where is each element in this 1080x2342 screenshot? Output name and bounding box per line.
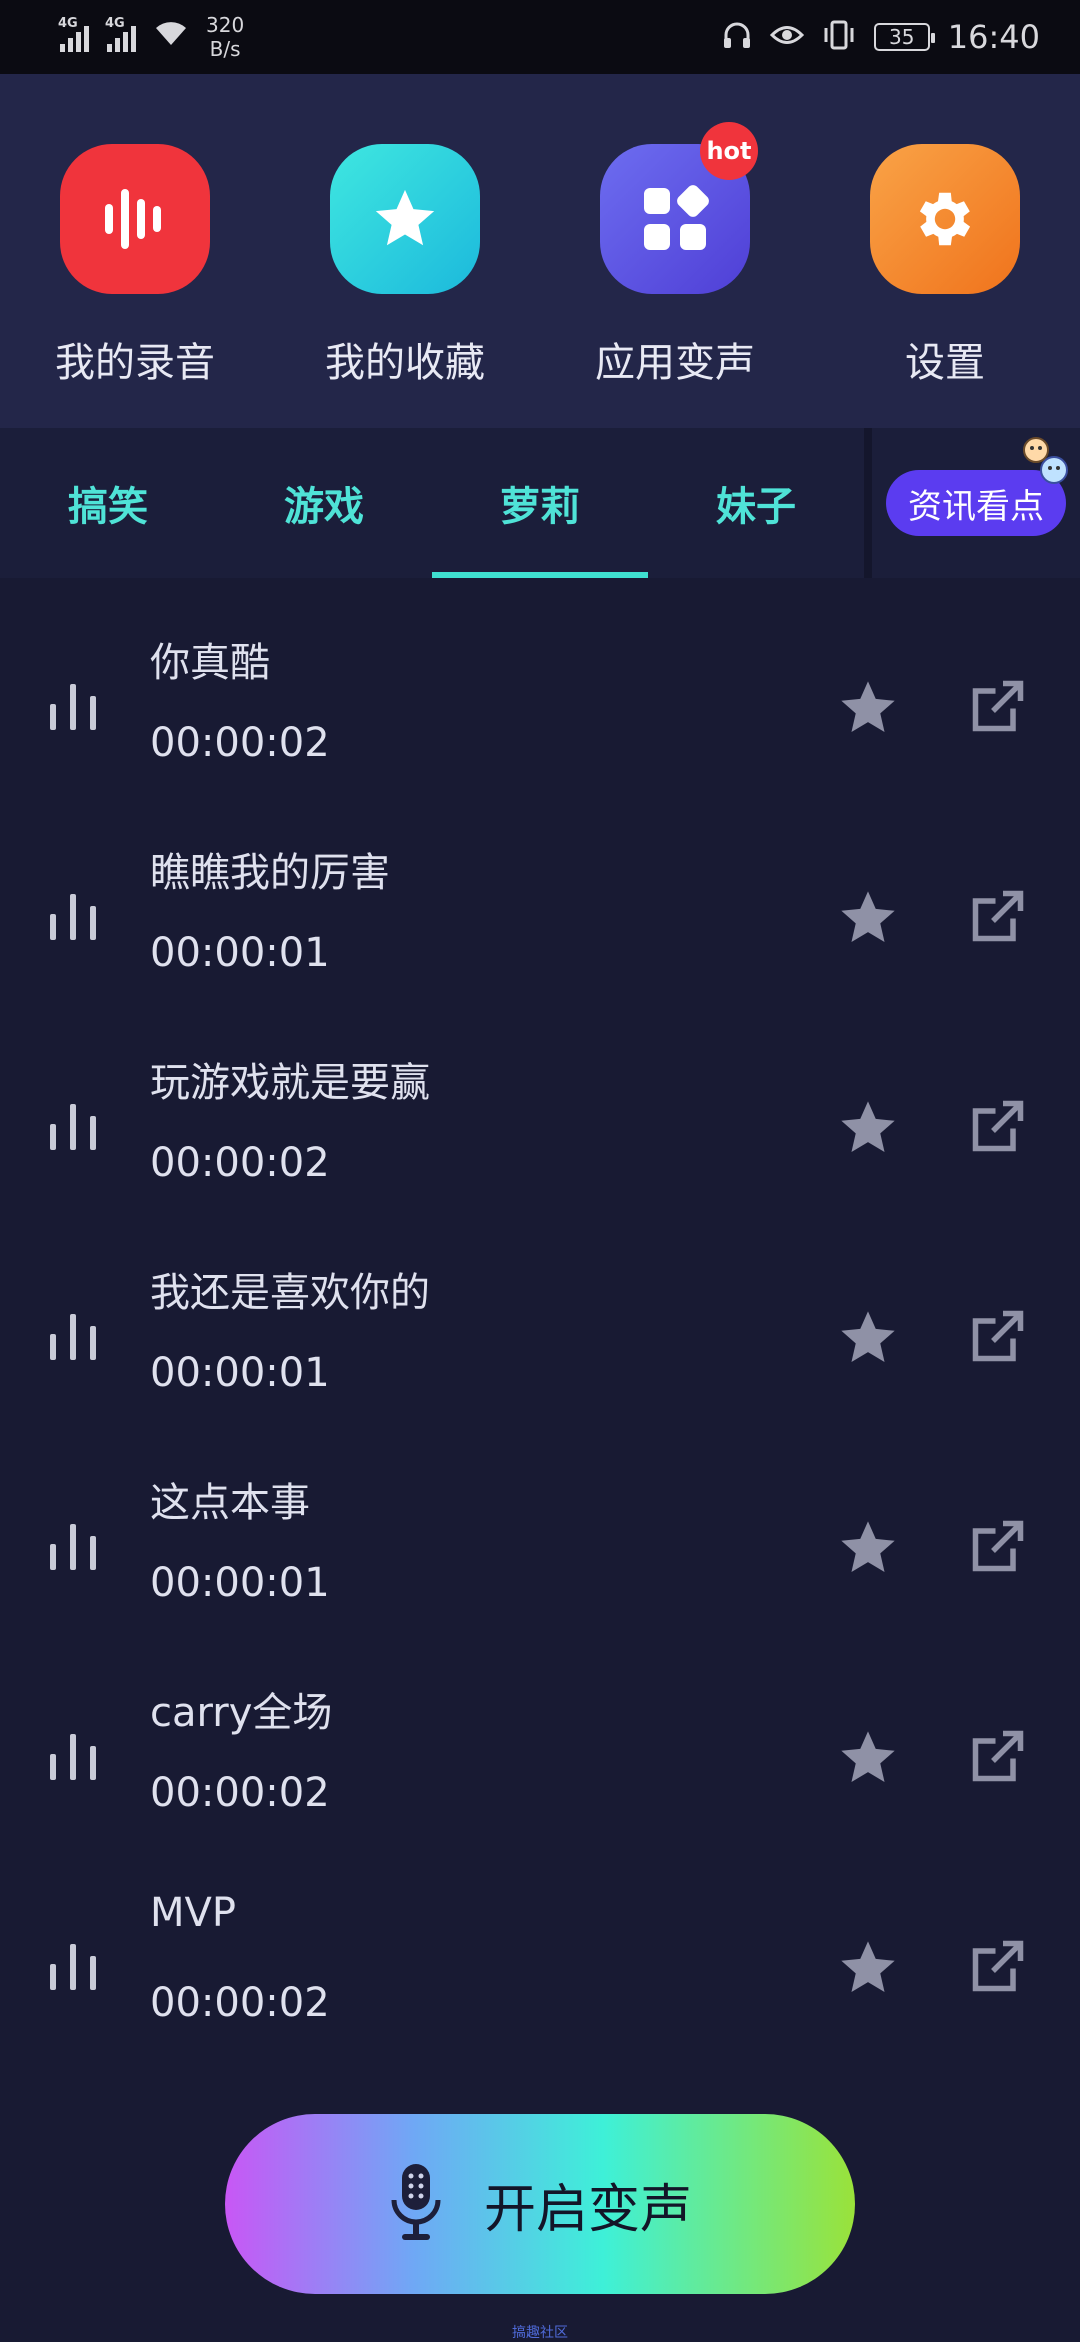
list-item[interactable]: 玩游戏就是要赢 00:00:02 <box>0 1020 1080 1230</box>
voice-title: 我还是喜欢你的 <box>150 1270 430 1316</box>
share-icon[interactable] <box>968 676 1028 736</box>
status-bar: 4G 4G 320 B/s 35 16:40 <box>0 0 1080 74</box>
tab-divider <box>864 428 872 578</box>
share-icon[interactable] <box>968 1096 1028 1156</box>
voice-title: 瞧瞧我的厉害 <box>150 850 390 896</box>
voice-title: MVP <box>150 1890 236 1936</box>
clock: 16:40 <box>947 18 1040 56</box>
list-item[interactable]: 这点本事 00:00:01 <box>0 1440 1080 1650</box>
quick-action-label: 应用变声 <box>595 340 755 386</box>
voice-title: 这点本事 <box>150 1480 310 1526</box>
quick-action-label: 我的录音 <box>55 340 215 386</box>
list-item[interactable]: MVP 00:00:02 <box>0 1860 1080 2070</box>
category-tabs: 搞笑 游戏 萝莉 妹子 资讯看点 <box>0 428 1080 578</box>
voice-title: 玩游戏就是要赢 <box>150 1060 430 1106</box>
apps-grid-icon: hot <box>600 122 758 294</box>
voice-duration: 00:00:02 <box>150 1980 330 2026</box>
favorite-star-icon[interactable] <box>836 1516 900 1580</box>
play-wave-icon[interactable] <box>50 1520 96 1570</box>
eye-icon <box>769 22 804 52</box>
favorite-star-icon[interactable] <box>836 676 900 740</box>
settings-button[interactable]: 设置 <box>810 74 1080 428</box>
mascot-icon <box>1016 434 1072 499</box>
hot-badge: hot <box>700 122 758 180</box>
tab-girl[interactable]: 妹子 <box>648 428 864 578</box>
quick-actions: 我的录音 我的收藏 hot 应用变声 设置 <box>0 74 1080 428</box>
voice-list: 你真酷 00:00:02 瞧瞧我的厉害 00:00:01 玩游戏就是要赢 00:00:02… <box>0 600 1080 2070</box>
start-button-label: 开启变声 <box>483 2179 692 2240</box>
voice-duration: 00:00:02 <box>150 1140 330 1186</box>
favorite-star-icon[interactable] <box>836 886 900 950</box>
share-icon[interactable] <box>968 1306 1028 1366</box>
star-icon <box>330 144 480 294</box>
favorite-star-icon[interactable] <box>836 1936 900 2000</box>
share-icon[interactable] <box>968 886 1028 946</box>
favorite-star-icon[interactable] <box>836 1306 900 1370</box>
tab-game[interactable]: 游戏 <box>216 428 432 578</box>
network-type: 4G <box>58 16 78 31</box>
wifi-icon <box>154 19 188 55</box>
voice-duration: 00:00:02 <box>150 720 330 766</box>
app-voice-change-button[interactable]: hot 应用变声 <box>540 74 810 428</box>
microphone-icon <box>388 2162 444 2246</box>
signal-icon: 4G <box>105 16 136 52</box>
favorite-star-icon[interactable] <box>836 1096 900 1160</box>
voice-duration: 00:00:01 <box>150 1560 330 1606</box>
signal-icon: 4G <box>58 16 89 52</box>
voice-duration: 00:00:01 <box>150 930 330 976</box>
network-type: 4G <box>105 16 125 31</box>
vibrate-icon <box>822 20 856 54</box>
start-voice-change-button[interactable]: 开启变声 <box>225 2114 855 2294</box>
list-item[interactable]: carry全场 00:00:02 <box>0 1650 1080 1860</box>
my-favorites-button[interactable]: 我的收藏 <box>270 74 540 428</box>
tab-loli[interactable]: 萝莉 <box>432 428 648 578</box>
voice-duration: 00:00:02 <box>150 1770 330 1816</box>
share-icon[interactable] <box>968 1726 1028 1786</box>
play-wave-icon[interactable] <box>50 680 96 730</box>
voice-title: carry全场 <box>150 1690 333 1736</box>
list-item[interactable]: 我还是喜欢你的 00:00:01 <box>0 1230 1080 1440</box>
play-wave-icon[interactable] <box>50 1730 96 1780</box>
tab-funny[interactable]: 搞笑 <box>0 428 216 578</box>
play-wave-icon[interactable] <box>50 1100 96 1150</box>
share-icon[interactable] <box>968 1516 1028 1576</box>
footer-text: 搞趣社区 <box>512 2325 568 2341</box>
play-wave-icon[interactable] <box>50 1940 96 1990</box>
share-icon[interactable] <box>968 1936 1028 1996</box>
list-item[interactable]: 你真酷 00:00:02 <box>0 600 1080 810</box>
my-recordings-button[interactable]: 我的录音 <box>0 74 270 428</box>
play-wave-icon[interactable] <box>50 890 96 940</box>
battery-indicator: 35 <box>873 23 935 51</box>
voice-duration: 00:00:01 <box>150 1350 330 1396</box>
list-item[interactable]: 瞧瞧我的厉害 00:00:01 <box>0 810 1080 1020</box>
news-button[interactable]: 资讯看点 <box>886 437 1068 536</box>
quick-action-label: 我的收藏 <box>325 340 485 386</box>
headphones-icon <box>722 20 752 54</box>
voice-title: 你真酷 <box>150 640 270 686</box>
gear-icon <box>870 144 1020 294</box>
voice-bars-icon <box>60 144 210 294</box>
network-speed: 320 B/s <box>206 13 245 61</box>
quick-action-label: 设置 <box>905 340 985 386</box>
play-wave-icon[interactable] <box>50 1310 96 1360</box>
favorite-star-icon[interactable] <box>836 1726 900 1790</box>
